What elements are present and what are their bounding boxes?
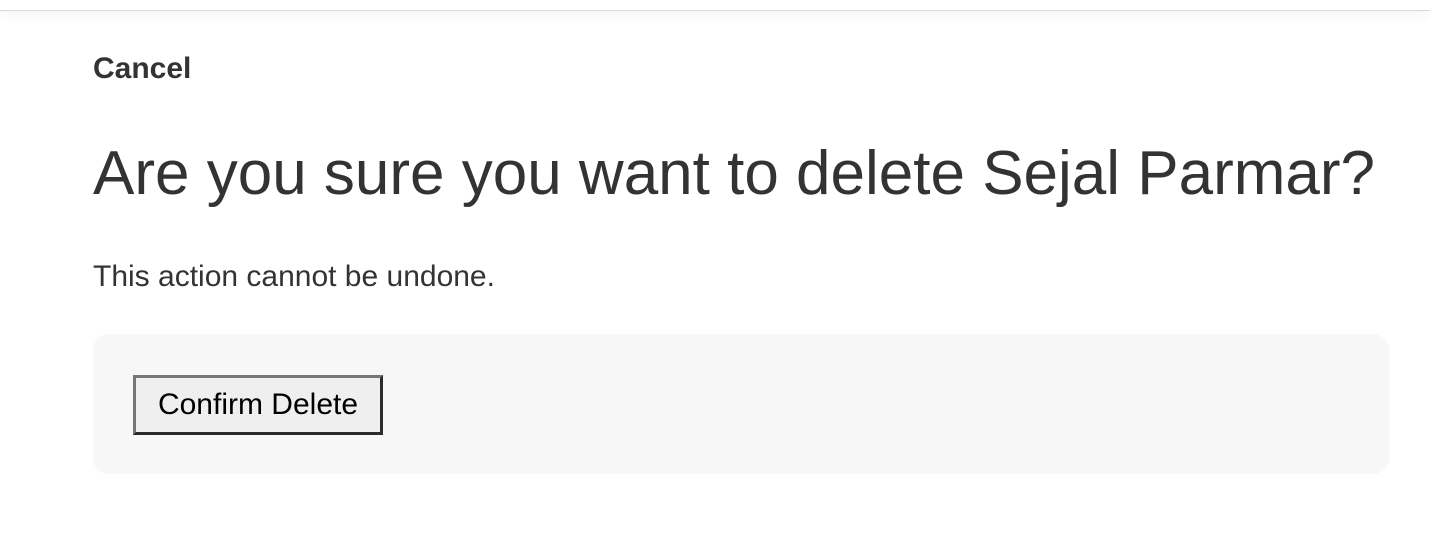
warning-text: This action cannot be undone. xyxy=(93,260,495,293)
confirm-delete-button[interactable]: Confirm Delete xyxy=(133,375,383,435)
action-panel: Confirm Delete xyxy=(93,334,1389,474)
page-title: Are you sure you want to delete Sejal Pa… xyxy=(93,139,1376,208)
top-bar xyxy=(0,0,1430,11)
cancel-link[interactable]: Cancel xyxy=(93,52,191,86)
delete-confirmation-page: Cancel Are you sure you want to delete S… xyxy=(93,52,1389,474)
